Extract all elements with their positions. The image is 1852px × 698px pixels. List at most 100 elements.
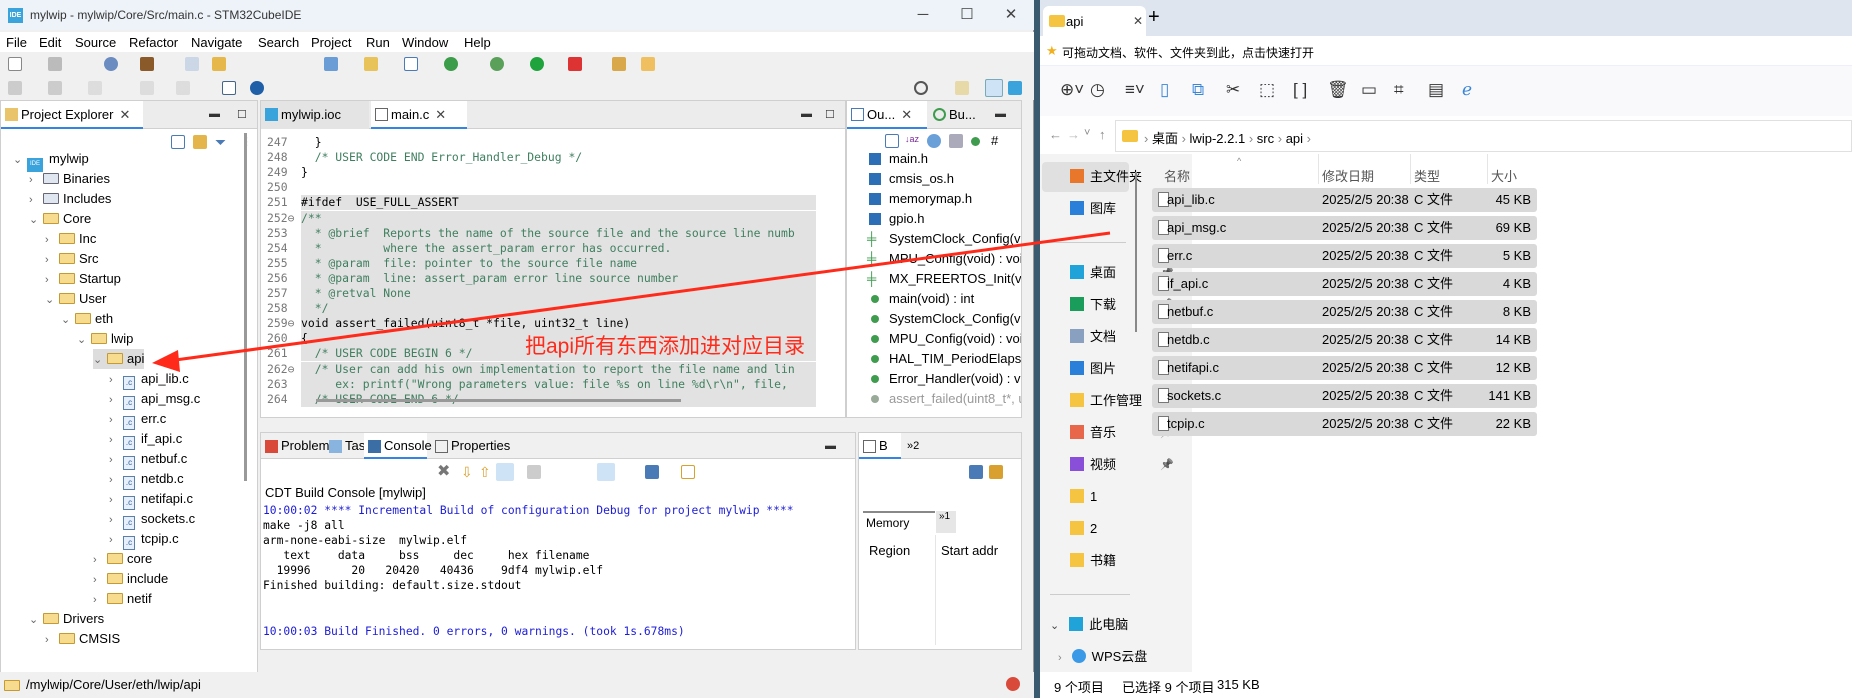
chevron-right-icon[interactable]: › bbox=[93, 570, 107, 590]
nav-item[interactable]: 图库 bbox=[1070, 197, 1116, 221]
chevron-right-icon[interactable]: › bbox=[109, 490, 123, 510]
chevron-right-icon[interactable]: › bbox=[29, 170, 43, 190]
scroll-down-icon[interactable]: ⇩ bbox=[461, 465, 475, 479]
tab-overflow[interactable]: »2 bbox=[903, 433, 933, 459]
debug-bug-icon[interactable] bbox=[490, 57, 504, 71]
next-annotation-icon[interactable] bbox=[8, 81, 22, 95]
back-icon[interactable]: ← bbox=[1049, 127, 1062, 142]
tree-item[interactable]: › .c api_msg.c bbox=[109, 389, 200, 410]
menu-navigate[interactable]: Navigate bbox=[191, 35, 242, 50]
chevron-right-icon[interactable]: › bbox=[109, 390, 123, 410]
tab-memory-regions[interactable]: Memory Regions bbox=[863, 511, 935, 550]
chevron-right-icon[interactable]: › bbox=[109, 430, 123, 450]
nav-item[interactable]: 1 bbox=[1070, 485, 1097, 509]
collapse-all-icon[interactable] bbox=[171, 135, 185, 149]
nav-item[interactable]: 文档📌 bbox=[1070, 325, 1174, 349]
console-output[interactable]: 10:00:02 **** Incremental Build of confi… bbox=[263, 503, 794, 639]
menu-file[interactable]: File bbox=[6, 35, 27, 50]
column-header-date[interactable]: 修改日期 bbox=[1322, 166, 1374, 185]
outline-item[interactable]: assert_failed(uint8_t*, uin bbox=[847, 389, 1021, 409]
tree-item[interactable]: › Includes bbox=[29, 189, 111, 209]
close-tab-icon[interactable]: ✕ bbox=[435, 107, 446, 122]
nav-item[interactable]: 下载📌 bbox=[1070, 293, 1174, 317]
breadcrumb-item[interactable]: lwip-2.2.1 bbox=[1190, 131, 1246, 146]
chevron-right-icon[interactable]: › bbox=[109, 410, 123, 430]
tree-item[interactable]: › .c netifapi.c bbox=[109, 489, 193, 510]
chevron-down-icon[interactable]: ⌄ bbox=[93, 350, 107, 370]
tab-overflow-1[interactable]: »1 bbox=[936, 511, 956, 533]
column-header-start-addr[interactable]: Start addr bbox=[941, 543, 998, 558]
menu-refactor[interactable]: Refactor bbox=[129, 35, 178, 50]
tree-item[interactable]: › CMSIS bbox=[45, 629, 120, 649]
outline-item[interactable]: MPU_Config(void) : void bbox=[847, 329, 1021, 349]
chevron-down-icon[interactable]: ⌄ bbox=[29, 610, 43, 630]
outline-item[interactable]: SystemClock_Config(voi bbox=[847, 309, 1021, 329]
chevron-right-icon[interactable]: › bbox=[93, 590, 107, 610]
copy-icon[interactable]: ⧉ bbox=[1192, 80, 1204, 100]
chevron-right-icon[interactable]: › bbox=[45, 230, 59, 250]
chevron-right-icon[interactable]: › bbox=[109, 510, 123, 530]
file-row[interactable]: netifapi.c 2025/2/5 20:38 C 文件 12 KB bbox=[1152, 356, 1537, 380]
nav-scrollbar[interactable] bbox=[1135, 172, 1137, 332]
open-console-icon[interactable] bbox=[681, 465, 695, 479]
tree-item[interactable]: ⌄ User bbox=[45, 289, 106, 309]
breadcrumb-item[interactable]: api bbox=[1286, 131, 1303, 146]
file-row[interactable]: err.c 2025/2/5 20:38 C 文件 5 KB bbox=[1152, 244, 1537, 268]
forward-icon[interactable]: → bbox=[1067, 127, 1080, 142]
maximize-button[interactable]: ☐ bbox=[952, 4, 982, 26]
link-editor-icon[interactable] bbox=[193, 135, 207, 149]
tree-item[interactable]: ⌄ Core bbox=[29, 209, 91, 229]
nav-item[interactable]: 音乐📌 bbox=[1070, 421, 1174, 445]
outline-item[interactable]: HAL_TIM_PeriodElapsed bbox=[847, 349, 1021, 369]
new-tab-button[interactable]: + bbox=[1148, 6, 1160, 29]
chevron-right-icon[interactable]: › bbox=[109, 530, 123, 550]
new-source-icon[interactable] bbox=[404, 57, 418, 71]
chevron-down-icon[interactable]: ⌄ bbox=[61, 310, 75, 330]
back-icon[interactable] bbox=[140, 81, 154, 95]
chevron-right-icon[interactable]: › bbox=[109, 370, 123, 390]
save-icon[interactable] bbox=[48, 57, 62, 71]
column-header-name[interactable]: 名称 bbox=[1164, 166, 1190, 185]
tree-item[interactable]: › .c sockets.c bbox=[109, 509, 195, 530]
column-header-type[interactable]: 类型 bbox=[1414, 166, 1440, 185]
tab-outline[interactable]: Ou... ✕ bbox=[847, 101, 927, 129]
tree-item[interactable]: ⌄ api bbox=[93, 349, 145, 370]
build-config-icon[interactable] bbox=[104, 57, 118, 71]
sort-icon[interactable]: ↓az bbox=[905, 134, 919, 148]
menu-source[interactable]: Source bbox=[75, 35, 116, 50]
open-type-icon[interactable] bbox=[612, 57, 626, 71]
new-c-project-icon[interactable] bbox=[324, 57, 338, 71]
file-row[interactable]: netbuf.c 2025/2/5 20:38 C 文件 8 KB bbox=[1152, 300, 1537, 324]
minimize-icon[interactable]: ▬ bbox=[801, 108, 812, 120]
file-row[interactable]: api_lib.c 2025/2/5 20:38 C 文件 45 KB bbox=[1152, 188, 1537, 212]
outline-item[interactable]: ╪ MX_FREERTOS_Init(void) bbox=[847, 269, 1021, 289]
nav-item[interactable]: 工作管理📌 bbox=[1070, 389, 1174, 413]
calculator-icon[interactable]: ▤ bbox=[1428, 80, 1444, 100]
chevron-down-icon[interactable]: ⌄ bbox=[1050, 620, 1059, 632]
display-console-icon[interactable] bbox=[645, 465, 659, 479]
view-menu-icon[interactable]: ≡˅ bbox=[1125, 80, 1145, 100]
tree-item[interactable]: › .c err.c bbox=[109, 409, 166, 430]
minimize-icon[interactable]: ▬ bbox=[825, 440, 836, 452]
filter-icon[interactable]: ⏷ bbox=[215, 135, 229, 149]
maximize-icon[interactable]: ☐ bbox=[825, 108, 835, 121]
outline-item[interactable]: Error_Handler(void) : vo bbox=[847, 369, 1021, 389]
tree-item[interactable]: ⌄ Drivers bbox=[29, 609, 104, 629]
tree-scrollbar[interactable] bbox=[244, 133, 247, 481]
menu-help[interactable]: Help bbox=[464, 35, 491, 50]
scroll-lock-icon[interactable] bbox=[496, 463, 514, 481]
search-task-icon[interactable] bbox=[641, 57, 655, 71]
nav-wps-cloud[interactable]: › WPS云盘 bbox=[1058, 645, 1147, 669]
chevron-right-icon[interactable]: › bbox=[45, 630, 59, 650]
code-area[interactable]: 247 } 248 /* USER CODE END Error_Handler_… bbox=[261, 131, 816, 409]
tab-main-c[interactable]: main.c ✕ bbox=[371, 101, 467, 129]
tree-item[interactable]: › .c netdb.c bbox=[109, 469, 184, 490]
last-edit-icon[interactable] bbox=[88, 81, 102, 95]
tree-item[interactable]: › Src bbox=[45, 249, 99, 269]
editor-h-scrollbar[interactable] bbox=[316, 399, 681, 402]
hide-nonpublic-icon[interactable] bbox=[971, 137, 980, 146]
chevron-right-icon[interactable]: › bbox=[93, 550, 107, 570]
binary-icon[interactable] bbox=[185, 57, 199, 71]
breadcrumb-item[interactable]: src bbox=[1257, 131, 1274, 146]
minimize-button[interactable]: ─ bbox=[908, 4, 938, 26]
